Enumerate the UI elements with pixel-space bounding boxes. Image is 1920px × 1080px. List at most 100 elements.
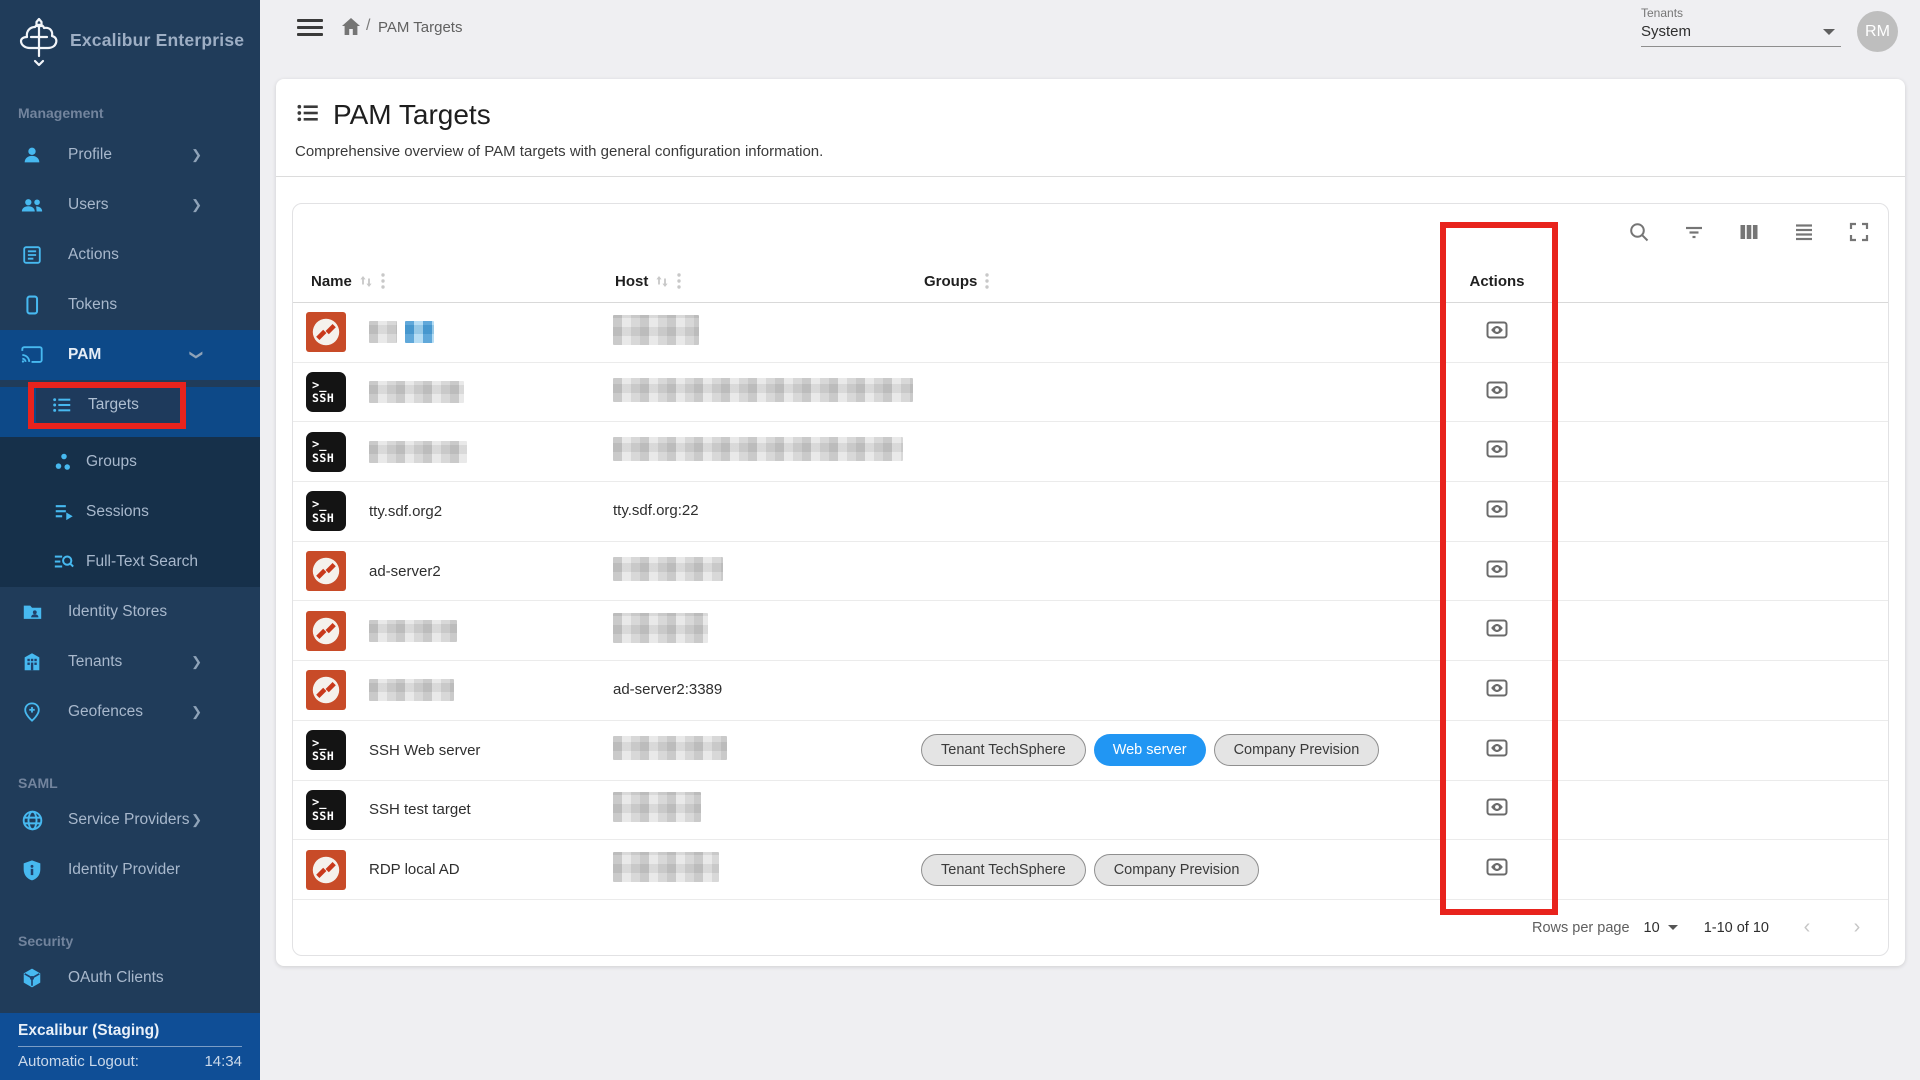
rdp-protocol-icon — [306, 611, 346, 651]
table-row: ad-server2:3389 — [293, 661, 1888, 721]
sidebar-item-label: OAuth Clients — [68, 969, 164, 987]
preview-eye-icon — [1486, 797, 1508, 822]
sidebar-item-identity-provider[interactable]: Identity Provider — [0, 845, 260, 895]
sidebar-item-identity-stores[interactable]: Identity Stores — [0, 587, 260, 637]
folder-user-icon — [20, 600, 44, 624]
sidebar: Excalibur Enterprise ManagementProfile❯U… — [0, 0, 260, 1080]
column-menu-icon[interactable] — [676, 272, 682, 290]
sidebar-item-geofences[interactable]: Geofences❯ — [0, 687, 260, 737]
main-area: / PAM Targets Tenants System RM PAM Ta — [260, 0, 1920, 1080]
redacted-target-host — [613, 613, 708, 643]
view-target-button[interactable] — [1480, 437, 1514, 467]
home-icon[interactable] — [341, 17, 361, 41]
section-label-management: Management — [0, 96, 260, 130]
view-target-button[interactable] — [1480, 556, 1514, 586]
table-row: ad-server2 — [293, 542, 1888, 602]
brand: Excalibur Enterprise — [0, 0, 260, 96]
breadcrumb[interactable]: PAM Targets — [378, 19, 462, 36]
sidebar-item-label: Service Providers — [68, 811, 189, 829]
ssh-protocol-icon: >_SSH — [306, 491, 346, 531]
target-host: ad-server2:3389 — [613, 681, 722, 698]
table-row: RDP local ADTenant TechSphereCompany Pre… — [293, 840, 1888, 900]
view-target-button[interactable] — [1480, 496, 1514, 526]
group-chip: Company Prevision — [1094, 854, 1260, 886]
sidebar-item-full-text-search[interactable]: Full-Text Search — [0, 537, 260, 587]
sidebar-item-groups[interactable]: Groups — [0, 437, 260, 487]
sidebar-item-pam[interactable]: PAM❯ — [0, 330, 260, 380]
sidebar-item-oauth-clients[interactable]: OAuth Clients — [0, 953, 260, 1003]
preview-eye-icon — [1486, 559, 1508, 584]
sidebar-item-actions[interactable]: Actions — [0, 230, 260, 280]
sort-icon[interactable] — [359, 274, 373, 289]
target-name: ad-server2 — [369, 563, 441, 580]
target-name: tty.sdf.org2 — [369, 503, 442, 520]
footer-divider — [18, 1046, 242, 1047]
table-row: >_SSHSSH Web serverTenant TechSphereWeb … — [293, 721, 1888, 781]
avatar[interactable]: RM — [1857, 11, 1898, 52]
redacted-target-host — [613, 557, 723, 581]
ssh-protocol-icon: >_SSH — [306, 730, 346, 770]
preview-eye-icon — [1486, 738, 1508, 763]
targets-table-card: NameHostGroupsActions >_SSH>_SSH>_SSHtty… — [292, 203, 1889, 956]
menu-toggle-icon[interactable] — [297, 19, 323, 36]
chevron-right-icon: ❯ — [191, 704, 202, 720]
sidebar-item-tokens[interactable]: Tokens — [0, 280, 260, 330]
table-row: >_SSHtty.sdf.org2tty.sdf.org:22 — [293, 482, 1888, 542]
view-target-button[interactable] — [1480, 317, 1514, 347]
sidebar-item-sessions[interactable]: Sessions — [0, 487, 260, 537]
list-title-icon — [295, 100, 321, 131]
tenants-select[interactable]: Tenants System — [1641, 6, 1841, 47]
building-icon — [20, 650, 44, 674]
sidebar-item-service-providers[interactable]: Service Providers❯ — [0, 795, 260, 845]
chevron-right-icon: ❯ — [191, 147, 202, 163]
section-label-saml: SAML — [0, 771, 260, 795]
search-icon[interactable] — [1628, 221, 1650, 243]
ssh-protocol-icon: >_SSH — [306, 372, 346, 412]
preview-eye-icon — [1486, 857, 1508, 882]
view-target-button[interactable] — [1480, 795, 1514, 825]
globe-icon — [20, 808, 44, 832]
columns-icon[interactable] — [1738, 221, 1760, 243]
density-icon[interactable] — [1793, 221, 1815, 243]
fullscreen-icon[interactable] — [1848, 221, 1870, 243]
sidebar-item-targets[interactable]: Targets — [0, 387, 260, 437]
chevron-down-icon — [1823, 29, 1835, 35]
sidebar-item-tenants[interactable]: Tenants❯ — [0, 637, 260, 687]
rows-per-page-select[interactable]: 10 — [1644, 920, 1678, 936]
view-target-button[interactable] — [1480, 377, 1514, 407]
auto-logout-label: Automatic Logout: — [18, 1053, 139, 1070]
target-name: SSH Web server — [369, 742, 480, 759]
person-icon — [20, 143, 44, 167]
filter-icon[interactable] — [1683, 221, 1705, 243]
cast-icon — [20, 343, 44, 367]
sidebar-item-users[interactable]: Users❯ — [0, 180, 260, 230]
group-chip: Web server — [1094, 734, 1206, 766]
sort-icon[interactable] — [655, 274, 669, 289]
redacted-target-host — [613, 852, 719, 882]
redacted-target-name — [369, 620, 457, 642]
preview-eye-icon — [1486, 678, 1508, 703]
chevron-right-icon: ❯ — [191, 812, 202, 828]
next-page-icon[interactable]: › — [1845, 916, 1869, 939]
rdp-protocol-icon — [306, 551, 346, 591]
sidebar-item-label: Identity Provider — [68, 861, 180, 879]
redacted-target-host — [613, 315, 699, 345]
view-target-button[interactable] — [1480, 855, 1514, 885]
view-target-button[interactable] — [1480, 616, 1514, 646]
view-target-button[interactable] — [1480, 675, 1514, 705]
column-header-groups: Groups — [918, 272, 1438, 290]
topbar: / PAM Targets Tenants System RM — [260, 0, 1920, 55]
table-row — [293, 303, 1888, 363]
view-target-button[interactable] — [1480, 735, 1514, 765]
sidebar-footer: Excalibur (Staging) Automatic Logout: 14… — [0, 1013, 260, 1080]
column-menu-icon[interactable] — [380, 272, 386, 290]
page-subtitle: Comprehensive overview of PAM targets wi… — [295, 143, 1886, 160]
table-row: >_SSH — [293, 422, 1888, 482]
groups-cell: Tenant TechSphereCompany Prevision — [918, 854, 1438, 886]
previous-page-icon[interactable]: ‹ — [1795, 916, 1819, 939]
column-menu-icon[interactable] — [984, 272, 990, 290]
sidebar-item-label: Users — [68, 196, 108, 214]
sidebar-item-label: Tenants — [68, 653, 122, 671]
table-row: >_SSH — [293, 363, 1888, 423]
sidebar-item-profile[interactable]: Profile❯ — [0, 130, 260, 180]
